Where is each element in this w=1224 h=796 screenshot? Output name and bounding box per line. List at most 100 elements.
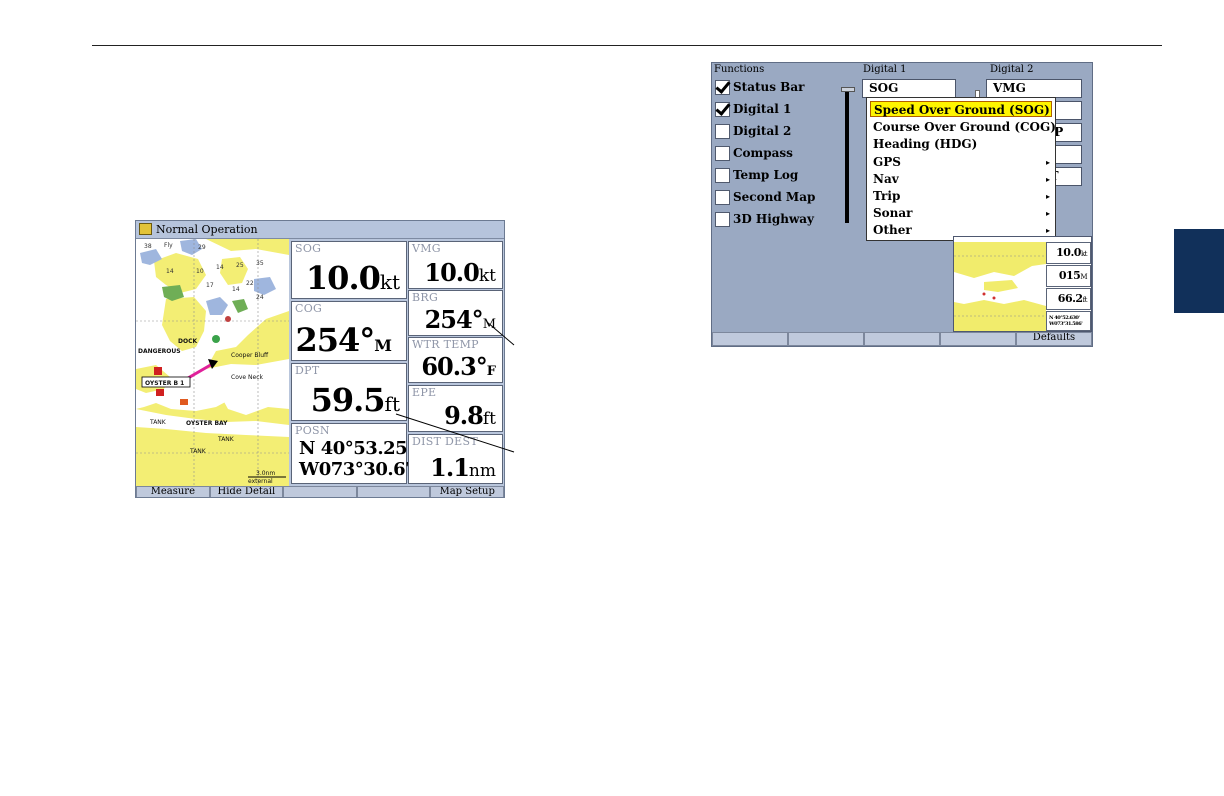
epe-label: EPE — [412, 386, 437, 399]
map-label-cove-neck: Cove Neck — [231, 374, 263, 381]
cog-field: COG 254°M — [291, 301, 407, 361]
softkey-4-button[interactable] — [356, 486, 431, 497]
compass-checkbox[interactable] — [715, 146, 730, 161]
map-label-oyster-bay: OYSTER BAY — [186, 420, 228, 427]
cog-value: 254°M — [295, 321, 392, 359]
dpt-value: 59.5ft — [310, 381, 400, 419]
wtr-temp-field: WTR TEMP 60.3°F — [408, 337, 503, 383]
posn-latitude: N 40°53.253' — [299, 438, 425, 459]
submenu-arrow-icon: ▸ — [1045, 157, 1050, 167]
submenu-arrow-icon: ▸ — [1045, 191, 1050, 201]
submenu-arrow-icon: ▸ — [1045, 174, 1050, 184]
page-divider — [92, 45, 1162, 46]
dist-dest-field: DIST DEST 1.1nm — [408, 434, 503, 484]
menu-item-sog[interactable]: Speed Over Ground (SOG) — [870, 101, 1052, 117]
vmg-value: 10.0kt — [424, 258, 496, 287]
scrollbar-track[interactable] — [845, 90, 849, 223]
preview-field-3: 66.2ft — [1046, 288, 1091, 310]
normal-operation-screen: Normal Operation 38 Fly 29 14 10 25 22 2… — [135, 220, 505, 498]
measure-button[interactable]: Measure — [136, 486, 210, 497]
hide-detail-button[interactable]: Hide Detail — [209, 486, 284, 497]
menu-item-trip[interactable]: Trip ▸ — [870, 188, 1052, 204]
wtr-temp-label: WTR TEMP — [412, 338, 479, 351]
dist-dest-label: DIST DEST — [412, 435, 478, 448]
3d-highway-checkbox[interactable] — [715, 212, 730, 227]
softkey-bar-2: Defaults — [712, 332, 1092, 346]
window-title-bar: Normal Operation — [136, 221, 504, 239]
preview-posn: N 40°52.630' W073°31.586' — [1046, 311, 1091, 331]
sog-label: SOG — [295, 242, 322, 255]
dpt-label: DPT — [295, 364, 320, 377]
menu-item-cog[interactable]: Course Over Ground (COG) — [870, 119, 1056, 135]
chapter-tab — [1174, 229, 1224, 313]
digital1-header: Digital 1 — [863, 64, 907, 75]
map-scale-external: external — [248, 478, 273, 485]
brg-label: BRG — [412, 291, 439, 304]
map-setup-button[interactable]: Map Setup — [430, 486, 504, 497]
svg-text:17: 17 — [206, 282, 214, 289]
svg-text:24: 24 — [256, 294, 264, 301]
digital2-header: Digital 2 — [990, 64, 1034, 75]
map-label-cooper-bluff: Cooper Bluff — [231, 352, 269, 359]
epe-value: 9.8ft — [444, 401, 496, 430]
cog-label: COG — [295, 302, 323, 315]
map-page-icon — [139, 223, 152, 235]
softkey-1-button[interactable] — [712, 332, 788, 346]
svg-text:10: 10 — [196, 268, 204, 275]
status-bar-checkbox[interactable] — [715, 80, 730, 95]
dist-dest-value: 1.1nm — [430, 453, 496, 482]
functions-header: Functions — [714, 64, 765, 75]
map-label-tank-2: TANK — [217, 436, 235, 443]
data-page-setup-screen: Functions Digital 1 Digital 2 Status Bar… — [711, 62, 1093, 347]
svg-text:22: 22 — [246, 280, 254, 287]
submenu-arrow-icon: ▸ — [1045, 208, 1050, 218]
temp-log-checkbox[interactable] — [715, 168, 730, 183]
posn-label: POSN — [295, 424, 330, 437]
menu-item-gps[interactable]: GPS ▸ — [870, 154, 1052, 170]
preview-field-1: 10.0kt — [1046, 242, 1091, 264]
digital-2-checkbox[interactable] — [715, 124, 730, 139]
menu-item-nav[interactable]: Nav ▸ — [870, 171, 1052, 187]
softkey-3-button[interactable] — [283, 486, 357, 497]
svg-text:35: 35 — [256, 260, 264, 267]
svg-text:38: 38 — [144, 243, 152, 250]
map-label-oyster-b: OYSTER B 1 — [145, 380, 184, 387]
second-map-checkbox[interactable] — [715, 190, 730, 205]
epe-field: EPE 9.8ft — [408, 385, 503, 432]
layout-preview: 10.0kt 015M 66.2ft N 40°52.630' W073°31.5… — [953, 236, 1092, 332]
field-options-menu: Speed Over Ground (SOG) Course Over Grou… — [866, 97, 1056, 241]
digital-1-checkbox[interactable] — [715, 102, 730, 117]
svg-text:14: 14 — [216, 264, 224, 271]
defaults-button[interactable]: Defaults — [1016, 332, 1092, 346]
svg-text:14: 14 — [232, 286, 240, 293]
softkey-3-button[interactable] — [864, 332, 940, 346]
preview-field-2: 015M — [1046, 265, 1091, 287]
chart-map[interactable]: 38 Fly 29 14 10 25 22 24 14 17 14 35 DANGEROUS D… — [136, 239, 289, 486]
posn-field: POSN N 40°53.253' W073°30.676' — [291, 423, 435, 484]
digital1-slot-1[interactable]: SOG — [862, 79, 956, 98]
scrollbar-thumb[interactable] — [841, 87, 855, 92]
map-label-dock: DOCK — [178, 338, 197, 345]
svg-text:25: 25 — [236, 262, 244, 269]
svg-text:14: 14 — [166, 268, 174, 275]
map-label-tank-3: TANK — [189, 448, 207, 455]
sog-value: 10.0kt — [305, 259, 400, 297]
wtr-temp-value: 60.3°F — [421, 352, 496, 381]
preview-map — [954, 242, 1046, 331]
softkey-4-button[interactable] — [940, 332, 1016, 346]
softkey-2-button[interactable] — [788, 332, 864, 346]
vmg-field: VMG 10.0kt — [408, 241, 503, 289]
menu-item-hdg[interactable]: Heading (HDG) — [870, 136, 1052, 152]
map-label-dangerous: DANGEROUS — [138, 348, 181, 355]
digital2-slot-1[interactable]: VMG — [986, 79, 1082, 98]
map-scale: 3.0nm — [256, 470, 275, 477]
brg-field: BRG 254°M — [408, 290, 503, 336]
vmg-label: VMG — [412, 242, 441, 255]
map-label-tank-1: TANK — [149, 419, 167, 426]
menu-item-sonar[interactable]: Sonar ▸ — [870, 205, 1052, 221]
brg-value: 254°M — [424, 305, 496, 334]
sog-field: SOG 10.0kt — [291, 241, 407, 299]
softkey-bar: Measure Hide Detail Map Setup — [136, 486, 504, 497]
svg-text:29: 29 — [198, 244, 206, 251]
svg-text:Fly: Fly — [164, 242, 173, 249]
